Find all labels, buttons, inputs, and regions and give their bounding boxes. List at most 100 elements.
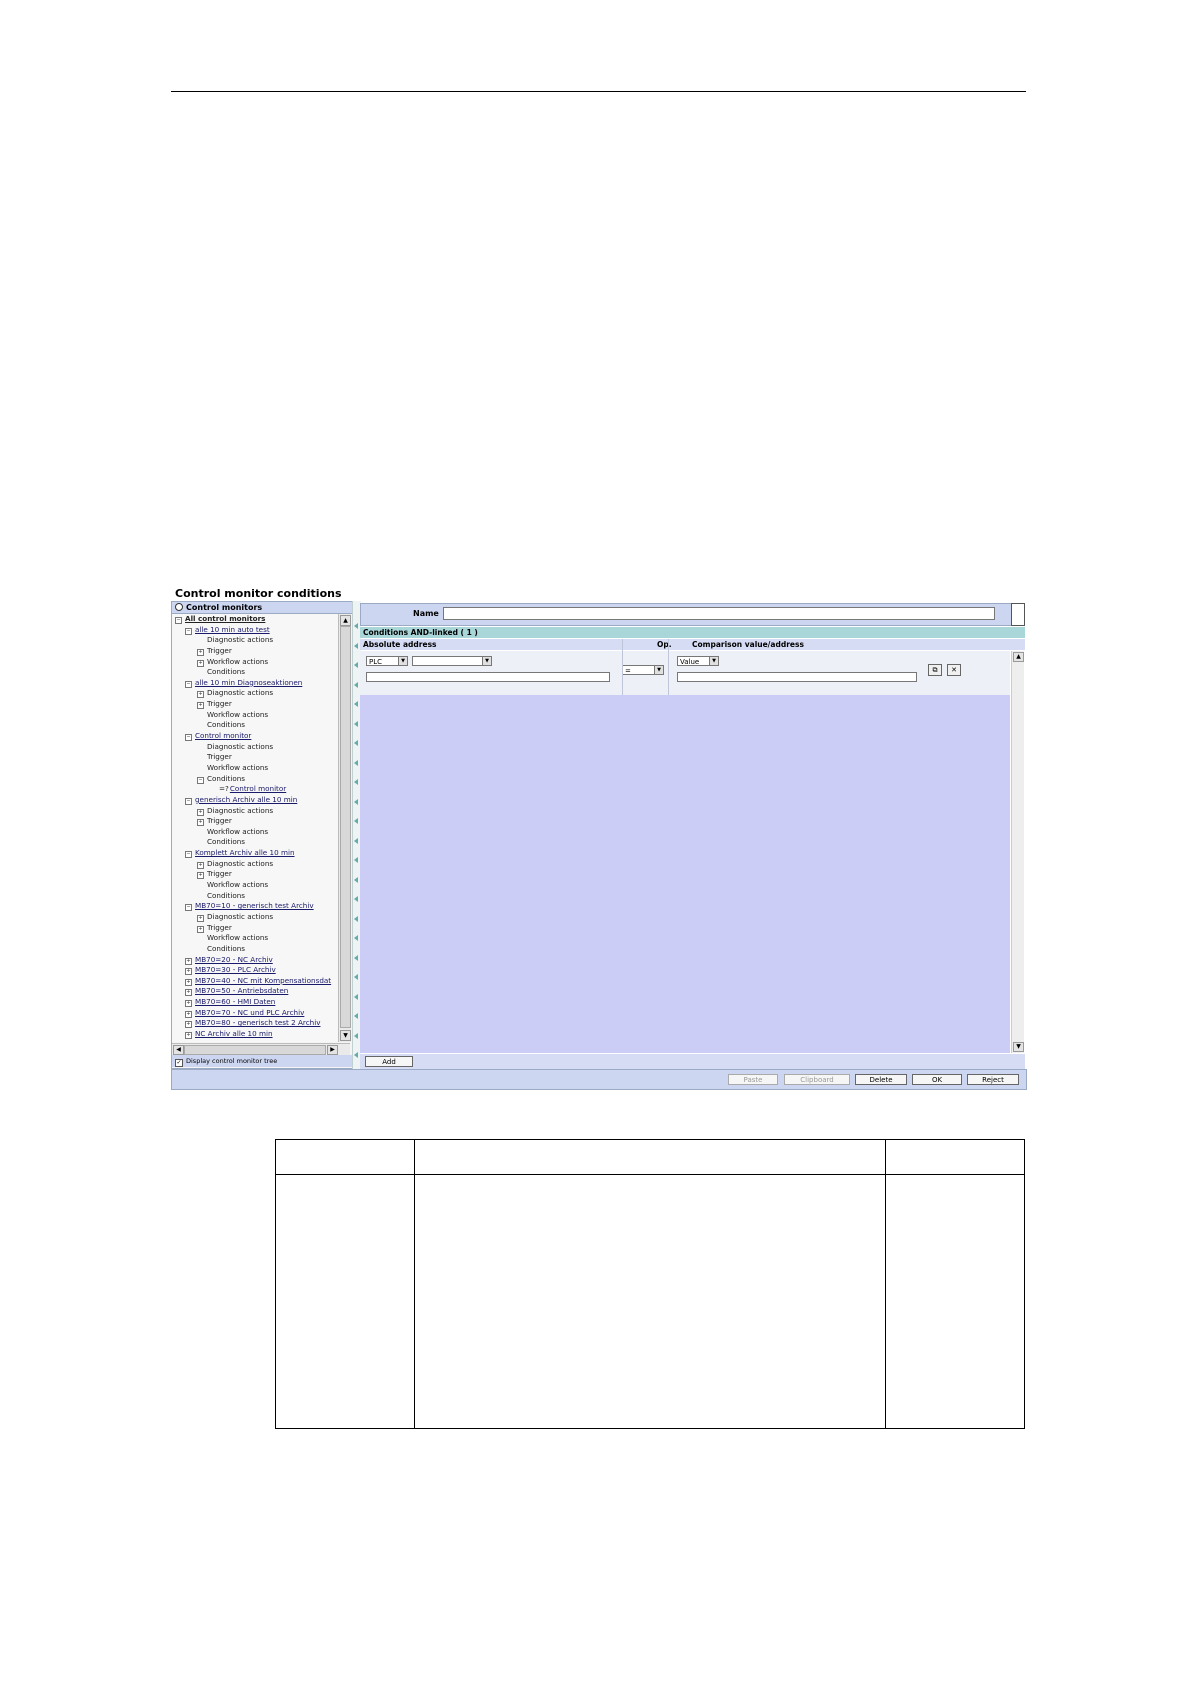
display-tree-checkbox[interactable]: ✓ bbox=[175, 1059, 183, 1067]
tree-item[interactable]: Diagnostic actions bbox=[172, 742, 339, 753]
delete-button[interactable]: Delete bbox=[855, 1074, 907, 1085]
tree-item[interactable]: Diagnostic actions bbox=[172, 635, 339, 646]
scroll-right-arrow-icon[interactable]: ▶ bbox=[327, 1045, 338, 1055]
operator-value: = bbox=[625, 667, 631, 675]
address-sub-select[interactable]: ▼ bbox=[412, 656, 492, 666]
tree-item[interactable]: =?Control monitor bbox=[172, 784, 339, 795]
collapse-icon[interactable]: − bbox=[185, 734, 192, 742]
comparison-text-field[interactable] bbox=[677, 672, 917, 682]
collapse-icon[interactable]: − bbox=[197, 776, 204, 784]
tree-scroll-thumb[interactable] bbox=[340, 626, 351, 1028]
tree-item[interactable]: + MB70=50 - Antriebsdaten bbox=[172, 986, 339, 997]
expand-icon[interactable]: + bbox=[197, 691, 204, 699]
tree-item[interactable]: − alle 10 min auto test bbox=[172, 625, 339, 636]
expand-icon[interactable]: + bbox=[197, 659, 204, 667]
ok-button[interactable]: OK bbox=[912, 1074, 962, 1085]
tree-item[interactable]: Workflow actions bbox=[172, 763, 339, 774]
name-input[interactable] bbox=[443, 607, 995, 620]
expand-icon[interactable]: + bbox=[185, 957, 192, 965]
tree-hscroll-thumb[interactable] bbox=[184, 1045, 326, 1055]
scroll-up-arrow-icon[interactable]: ▲ bbox=[340, 615, 351, 626]
collapse-icon[interactable]: − bbox=[185, 627, 192, 635]
tree-item[interactable]: + MB70=80 - generisch test 2 Archiv bbox=[172, 1018, 339, 1029]
expand-icon[interactable]: + bbox=[185, 968, 192, 976]
delete-condition-icon[interactable]: ✕ bbox=[947, 664, 961, 676]
tree-item[interactable]: + Workflow actions bbox=[172, 657, 339, 668]
table-header-row bbox=[275, 1139, 1025, 1175]
expand-icon[interactable]: + bbox=[185, 1021, 192, 1029]
tree-item[interactable]: − All control monitors bbox=[172, 614, 339, 625]
expand-icon[interactable]: + bbox=[185, 989, 192, 997]
clipboard-button[interactable]: Clipboard bbox=[784, 1074, 850, 1085]
tree-item[interactable]: + Diagnostic actions bbox=[172, 912, 339, 923]
tree-item[interactable]: Trigger bbox=[172, 752, 339, 763]
tree-item[interactable]: + NC Archiv alle 10 min bbox=[172, 1029, 339, 1040]
expand-icon[interactable]: + bbox=[197, 914, 204, 922]
collapse-icon[interactable]: − bbox=[175, 617, 182, 624]
tree-item[interactable]: − Conditions bbox=[172, 774, 339, 785]
add-button[interactable]: Add bbox=[365, 1056, 413, 1067]
scroll-down-arrow-icon[interactable]: ▼ bbox=[340, 1030, 351, 1041]
tree-item[interactable]: Conditions bbox=[172, 837, 339, 848]
scroll-left-arrow-icon[interactable]: ◀ bbox=[173, 1045, 184, 1055]
table-cell bbox=[414, 1174, 886, 1429]
operator-select[interactable]: = ▼ bbox=[622, 665, 664, 675]
tree-item[interactable]: Conditions bbox=[172, 891, 339, 902]
conditions-vertical-scrollbar[interactable]: ▲ ▼ bbox=[1011, 651, 1024, 1053]
tree-item[interactable]: + MB70=30 - PLC Archiv bbox=[172, 965, 339, 976]
comparison-type-select[interactable]: Value ▼ bbox=[677, 656, 719, 666]
tree-item[interactable]: + MB70=60 - HMI Daten bbox=[172, 997, 339, 1008]
display-tree-toggle[interactable]: ✓ Display control monitor tree bbox=[172, 1055, 355, 1067]
tree-vertical-scrollbar[interactable]: ▲ ▼ bbox=[338, 614, 351, 1042]
tree-item[interactable]: − MB70=10 - generisch test Archiv bbox=[172, 901, 339, 912]
tree-item[interactable]: + MB70=20 - NC Archiv bbox=[172, 955, 339, 966]
tree-item[interactable]: Conditions bbox=[172, 667, 339, 678]
tree-item[interactable]: Workflow actions bbox=[172, 880, 339, 891]
address-type-select[interactable]: PLC ▼ bbox=[366, 656, 408, 666]
tree-item[interactable]: Workflow actions bbox=[172, 827, 339, 838]
expand-icon[interactable]: + bbox=[185, 1010, 192, 1018]
copy-condition-icon[interactable]: ⧉ bbox=[928, 664, 942, 676]
address-text-field[interactable] bbox=[366, 672, 610, 682]
tree-item[interactable]: + MB70=40 - NC mit Kompensationsdat bbox=[172, 976, 339, 987]
expand-icon[interactable]: + bbox=[185, 978, 192, 986]
tree-item[interactable]: − generisch Archiv alle 10 min bbox=[172, 795, 339, 806]
expand-icon[interactable]: + bbox=[185, 1031, 192, 1039]
tree-item[interactable]: − Control monitor bbox=[172, 731, 339, 742]
reject-button[interactable]: Reject bbox=[967, 1074, 1019, 1085]
scroll-down-arrow-icon[interactable]: ▼ bbox=[1013, 1042, 1024, 1052]
tree-item[interactable]: Workflow actions bbox=[172, 933, 339, 944]
tree-item[interactable]: − alle 10 min Diagnoseaktionen bbox=[172, 678, 339, 689]
tree-item[interactable]: + Diagnostic actions bbox=[172, 688, 339, 699]
collapse-icon[interactable]: − bbox=[185, 797, 192, 805]
expand-icon[interactable]: + bbox=[197, 925, 204, 933]
tree-item[interactable]: + Diagnostic actions bbox=[172, 859, 339, 870]
tree-item[interactable]: + MB70=70 - NC und PLC Archiv bbox=[172, 1008, 339, 1019]
tree-item[interactable]: + Trigger bbox=[172, 699, 339, 710]
expand-icon[interactable]: + bbox=[197, 648, 204, 656]
tree-item[interactable]: + Trigger bbox=[172, 646, 339, 657]
tree-item[interactable]: + Trigger bbox=[172, 869, 339, 880]
expand-icon[interactable]: + bbox=[197, 808, 204, 816]
expand-icon[interactable]: + bbox=[197, 872, 204, 880]
conditions-column-headers: Absolute address Op. Comparison value/ad… bbox=[360, 639, 1025, 650]
expand-icon[interactable]: + bbox=[197, 702, 204, 710]
scroll-up-arrow-icon[interactable]: ▲ bbox=[1013, 652, 1024, 662]
tree-item[interactable]: + Trigger bbox=[172, 816, 339, 827]
expand-icon[interactable]: + bbox=[197, 819, 204, 827]
tree-item-label: Diagnostic actions bbox=[207, 688, 274, 698]
paste-button[interactable]: Paste bbox=[728, 1074, 778, 1085]
tree-item[interactable]: − Komplett Archiv alle 10 min bbox=[172, 848, 339, 859]
collapse-icon[interactable]: − bbox=[185, 851, 192, 859]
expand-icon[interactable]: + bbox=[197, 861, 204, 869]
tree-horizontal-scrollbar[interactable]: ◀ ▶ bbox=[172, 1043, 350, 1055]
tree-item[interactable]: Conditions bbox=[172, 944, 339, 955]
tree-item[interactable]: Conditions bbox=[172, 720, 339, 731]
tree-item[interactable]: + Trigger bbox=[172, 923, 339, 934]
collapse-arrow-icon bbox=[354, 974, 358, 980]
expand-icon[interactable]: + bbox=[185, 1000, 192, 1008]
tree-item[interactable]: Workflow actions bbox=[172, 710, 339, 721]
tree-item[interactable]: + Diagnostic actions bbox=[172, 806, 339, 817]
collapse-icon[interactable]: − bbox=[185, 904, 192, 912]
collapse-icon[interactable]: − bbox=[185, 680, 192, 688]
